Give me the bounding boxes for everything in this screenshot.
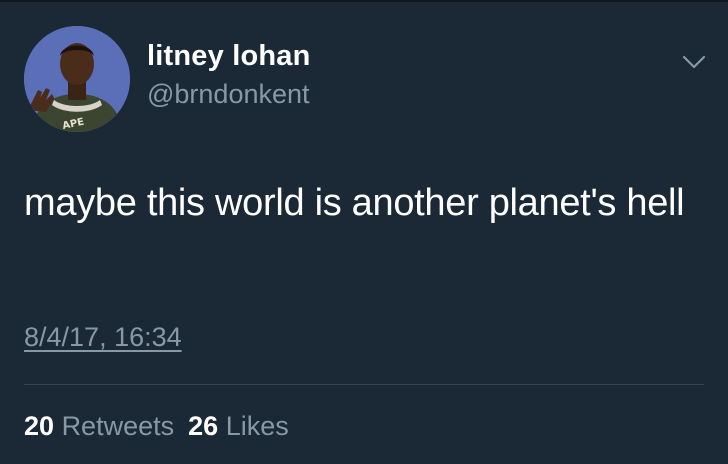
tweet-timestamp[interactable]: 8/4/17, 16:34 (24, 322, 182, 353)
tweet-text: maybe this world is another planet's hel… (24, 182, 685, 224)
divider (24, 384, 704, 385)
likes-count: 26 (188, 411, 219, 441)
likes-label: Likes (225, 411, 289, 441)
avatar[interactable]: APE (24, 26, 130, 132)
retweets-count: 20 (24, 411, 55, 441)
retweets-stat[interactable]: 20 Retweets (24, 411, 174, 442)
user-display-name[interactable]: litney lohan (147, 40, 311, 73)
tweet-stats: 20 Retweets 26 Likes (24, 411, 303, 442)
user-handle[interactable]: @brndonkent (147, 79, 310, 110)
chevron-down-icon[interactable] (680, 52, 708, 72)
avatar-image: APE (24, 26, 130, 132)
likes-stat[interactable]: 26 Likes (188, 411, 289, 442)
tweet-card: APE litney lohan @brndonkent maybe this … (0, 0, 728, 464)
retweets-label: Retweets (61, 411, 175, 441)
